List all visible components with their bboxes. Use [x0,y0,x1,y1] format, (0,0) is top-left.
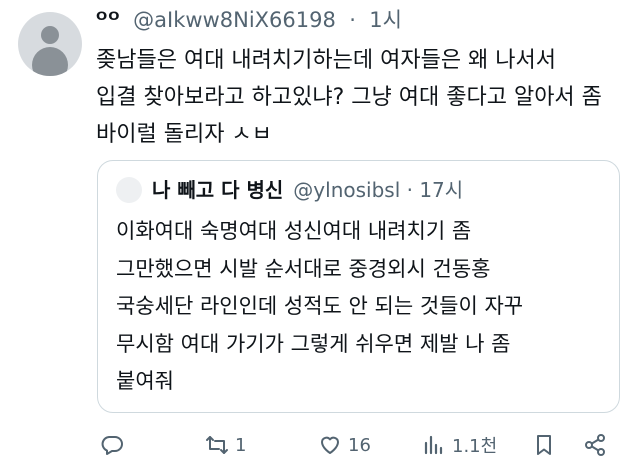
share-button[interactable] [583,428,607,462]
tweet-timestamp[interactable]: 1시 [369,8,402,32]
quoted-text-line: 그만했으면 시발 순서대로 중경외시 건동홍 [116,256,491,281]
like-button[interactable]: 16 [318,428,371,462]
quoted-text-line: 이화여대 숙명여대 성신여대 내려치기 좀 [116,219,472,243]
tweet-text: 좆남들은 여대 내려치기하는데 여자들은 왜 나서서 입결 찾아보라고 하고있냐… [96,42,626,153]
retweet-count: 1 [235,434,247,456]
quoted-tweet-header: 나 빼고 다 병신 @ylnosibsl · 17시 [116,175,463,205]
user-handle[interactable]: @aIkww8NiX66198 [133,8,336,32]
bookmark-button[interactable] [532,428,556,462]
like-count: 16 [348,434,371,456]
quoted-user-handle: @ylnosibsl [293,178,401,202]
retweet-icon [206,436,228,454]
share-icon [585,434,605,456]
quoted-display-name: 나 빼고 다 병신 [152,178,284,202]
reply-icon [101,436,123,455]
quoted-timestamp: 17시 [419,178,464,202]
quoted-text-line: 무시함 여대 가기가 그렇게 쉬우면 제발 나 좀 [116,331,511,356]
heart-icon [321,436,339,454]
quoted-tweet-text: 이화여대 숙명여대 성신여대 내려치기 좀 그만했으면 시발 순서대로 중경외시… [116,213,606,401]
bookmark-icon [537,435,551,455]
quoted-user-avatar [116,177,142,203]
views-count: 1.1천 [452,436,498,457]
quoted-separator-dot: · [400,178,420,202]
quoted-tweet-card[interactable]: 나 빼고 다 병신 @ylnosibsl · 17시 이화여대 숙명여대 성신여… [97,160,620,413]
retweet-button[interactable]: 1 [205,428,246,462]
views-icon [424,435,443,455]
avatar-body-shape [32,47,68,76]
views-button[interactable]: 1.1천 [422,428,497,462]
tweet-header: ᴼᴼ @aIkww8NiX66198 · 1시 [96,6,402,34]
quoted-text-line: 국숭세단 라인인데 성적도 안 되는 것들이 자꾸 [116,294,524,318]
avatar-head-shape [41,26,59,44]
reply-button[interactable] [100,428,124,462]
user-avatar[interactable] [18,12,82,76]
tweet-text-line: 좆남들은 여대 내려치기하는데 여자들은 왜 나서서 [96,48,557,73]
display-name[interactable]: ᴼᴼ [96,8,120,32]
separator-dot: · [342,8,363,32]
tweet-text-line: 바이럴 돌리자 ㅅㅂ [96,122,272,147]
tweet-action-bar: 1 16 1.1천 [0,428,640,462]
quoted-text-line: 붙여줘 [116,369,174,393]
tweet-text-line: 입결 찾아보라고 하고있냐? 그냥 여대 좋다고 알아서 좀 [96,85,602,110]
